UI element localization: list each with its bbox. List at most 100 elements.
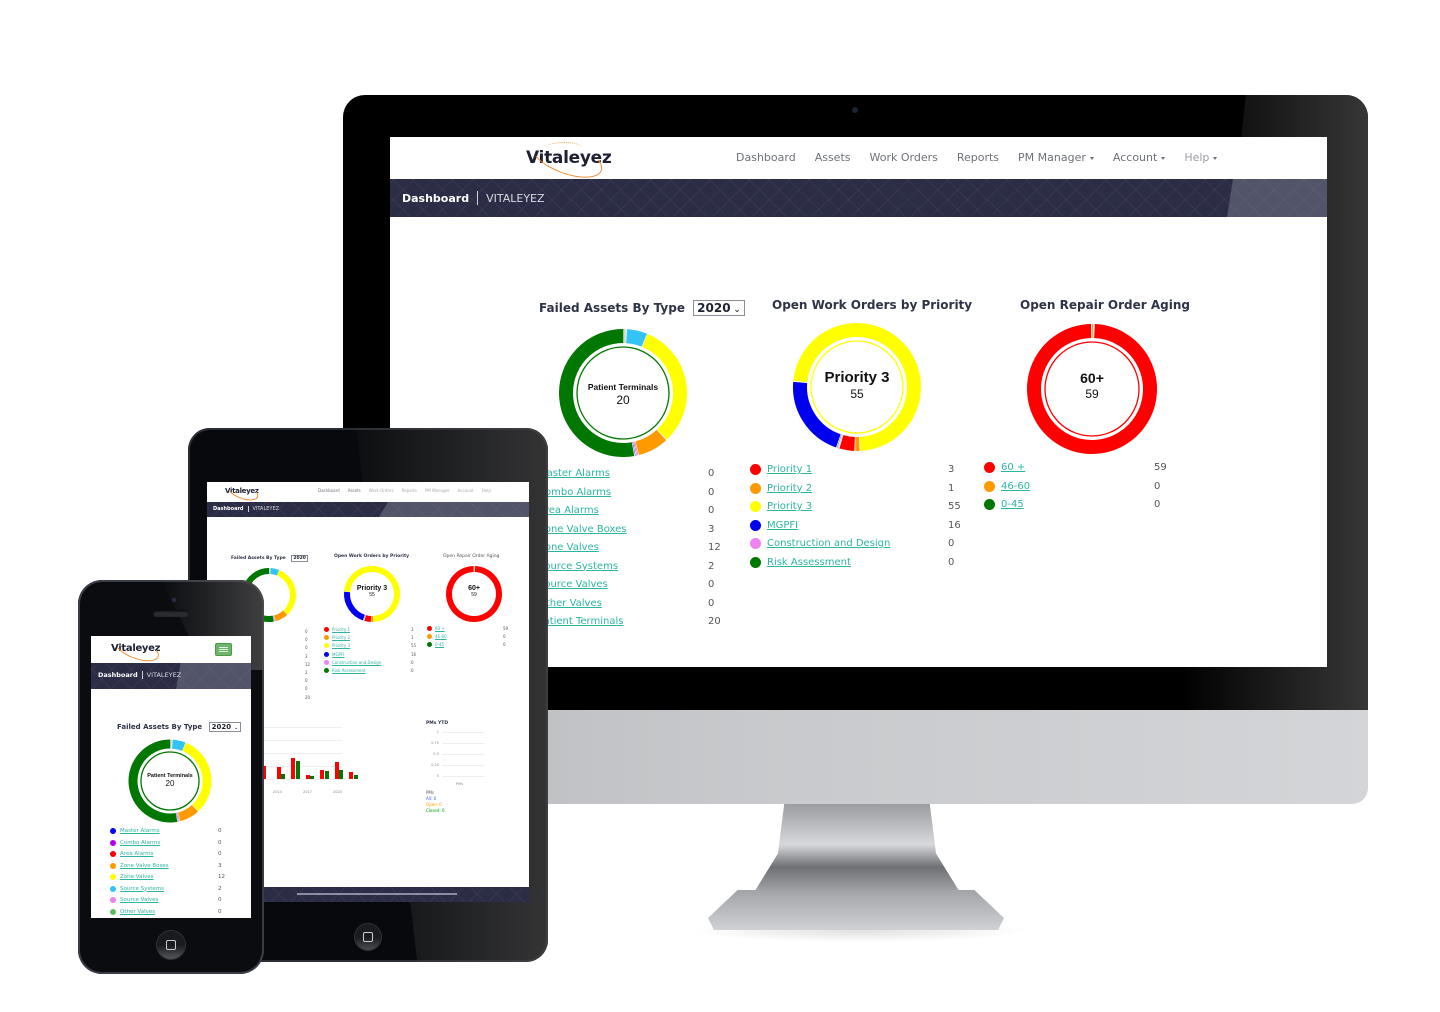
legend-link[interactable]: Combo Alarms xyxy=(120,840,160,846)
legend-item[interactable]: MGPFI xyxy=(324,651,344,657)
nav-work-orders[interactable]: Work Orders xyxy=(369,488,394,493)
legend-link[interactable]: Priority 1 xyxy=(332,627,350,632)
legend-link[interactable]: Source Valves xyxy=(120,897,158,903)
legend-item[interactable]: 0-45 xyxy=(984,499,1024,510)
phone-home-button[interactable] xyxy=(157,931,185,959)
legend-item[interactable]: Priority 3 xyxy=(324,643,350,649)
legend-link[interactable]: Construction and Design xyxy=(767,538,890,549)
breadcrumb-current[interactable]: Dashboard xyxy=(213,506,244,512)
bar-b-3[interactable] xyxy=(310,775,314,779)
legend-link[interactable]: Combo Alarms xyxy=(538,487,611,498)
legend-link[interactable]: Source Valves xyxy=(538,579,608,590)
bar-a-5[interactable] xyxy=(334,762,339,779)
donut-slice-source-systems[interactable] xyxy=(270,568,280,576)
legend-item[interactable]: Priority 2 xyxy=(750,482,812,494)
legend-link[interactable]: MGPFI xyxy=(332,652,344,657)
legend-item[interactable]: Source Valves xyxy=(110,897,158,903)
bar-b-1[interactable] xyxy=(281,774,285,779)
legend-item[interactable]: Combo Alarms xyxy=(110,839,160,846)
legend-link[interactable]: Zone Valve Boxes xyxy=(538,524,627,535)
nav-work-orders[interactable]: Work Orders xyxy=(870,151,938,164)
donut-slice-zone-valve-boxes[interactable] xyxy=(274,610,288,622)
legend-item[interactable]: Source Systems xyxy=(110,885,164,892)
donut-slice-zone-valve-boxes[interactable] xyxy=(177,804,199,822)
tablet-brand-logo[interactable]: Vitaleyez xyxy=(225,482,261,505)
legend-link[interactable]: Priority 1 xyxy=(767,464,812,475)
bar-a-6[interactable] xyxy=(349,771,353,779)
legend-link[interactable]: Priority 2 xyxy=(332,635,350,640)
legend-link[interactable]: 46-60 xyxy=(1001,481,1030,492)
bar-b-5[interactable] xyxy=(339,770,343,779)
legend-link[interactable]: Construction and Design xyxy=(332,660,381,665)
breadcrumb-current[interactable]: Dashboard xyxy=(402,192,469,205)
donut-slice-source-systems[interactable] xyxy=(625,329,647,347)
legend-item[interactable]: Zone Valves xyxy=(110,874,154,880)
nav-reports[interactable]: Reports xyxy=(957,151,999,164)
donut-slice-zone-valve-boxes[interactable] xyxy=(635,429,667,455)
legend-link[interactable]: Master Alarms xyxy=(120,828,160,834)
tablet-home-button[interactable] xyxy=(355,924,381,950)
legend-item[interactable]: Area Alarms xyxy=(110,851,153,857)
nav-dashboard[interactable]: Dashboard xyxy=(736,151,796,164)
nav-pm-manager[interactable]: PM Manager xyxy=(1018,151,1094,164)
bar-a-4[interactable] xyxy=(320,770,324,779)
year-select[interactable]: 2020 ⌄ xyxy=(208,722,242,732)
donut-slice-zone-valves[interactable] xyxy=(276,570,296,615)
legend-item[interactable]: 46-60 xyxy=(984,480,1030,492)
nav-assets[interactable]: Assets xyxy=(815,151,851,164)
nav-dashboard[interactable]: Dashboard xyxy=(318,488,340,493)
legend-item[interactable]: 46-60 xyxy=(427,634,447,640)
breadcrumb-current[interactable]: Dashboard xyxy=(98,671,138,679)
legend-link[interactable]: Other Valves xyxy=(120,909,155,915)
donut-slice-priority-1[interactable] xyxy=(839,435,856,451)
bar-b-2[interactable] xyxy=(295,760,300,779)
nav-assets[interactable]: Assets xyxy=(348,488,361,493)
legend-link[interactable]: Patient Terminals xyxy=(538,616,623,627)
legend-link[interactable]: 0-45 xyxy=(435,642,444,647)
nav-pm-manager[interactable]: PM Manager xyxy=(425,488,450,493)
phone-brand-logo[interactable]: Vitaleyez xyxy=(111,636,163,667)
legend-item[interactable]: Risk Assessment xyxy=(324,668,366,673)
legend-link[interactable]: 60 + xyxy=(435,626,445,631)
nav-account[interactable]: Account xyxy=(1113,151,1166,164)
bar-a-1[interactable] xyxy=(276,767,281,779)
bar-a-2[interactable] xyxy=(291,758,295,779)
legend-link[interactable]: Risk Assessment xyxy=(767,557,851,568)
legend-link[interactable]: 0-45 xyxy=(1001,499,1024,510)
legend-link[interactable]: Zone Valves xyxy=(120,874,154,880)
nav-account[interactable]: Account xyxy=(458,488,474,493)
donut-slice-source-systems[interactable] xyxy=(171,739,186,751)
legend-link[interactable]: Master Alarms xyxy=(538,468,610,479)
legend-item[interactable]: Priority 1 xyxy=(324,627,350,632)
menu-toggle-button[interactable] xyxy=(215,643,232,656)
legend-item[interactable]: Priority 1 xyxy=(750,464,812,475)
legend-item[interactable]: Priority 3 xyxy=(750,501,812,512)
legend-link[interactable]: MGPFI xyxy=(767,520,798,531)
year-select[interactable]: 2020 xyxy=(291,555,308,562)
bar-b-6[interactable] xyxy=(353,775,358,779)
legend-link[interactable]: Source Systems xyxy=(538,561,618,572)
legend-link[interactable]: Source Systems xyxy=(120,886,164,892)
legend-link[interactable]: Priority 2 xyxy=(767,483,812,494)
legend-item[interactable]: 60 + xyxy=(427,626,445,631)
legend-link[interactable]: Risk Assessment xyxy=(332,668,366,673)
legend-link[interactable]: Area Alarms xyxy=(120,851,153,857)
nav-help[interactable]: Help xyxy=(482,488,491,493)
nav-help[interactable]: Help xyxy=(1184,151,1218,164)
nav-reports[interactable]: Reports xyxy=(402,488,417,493)
legend-item[interactable]: Zone Valve Boxes xyxy=(110,862,169,869)
bar-b-4[interactable] xyxy=(324,770,329,779)
legend-link[interactable]: Priority 3 xyxy=(332,643,350,648)
legend-link[interactable]: 46-60 xyxy=(435,634,447,639)
legend-item[interactable]: Master Alarms xyxy=(110,828,160,834)
legend-link[interactable]: Zone Valve Boxes xyxy=(120,863,169,869)
legend-link[interactable]: 60 + xyxy=(1001,462,1025,473)
year-select[interactable]: 2020 ⌄ xyxy=(693,300,745,316)
legend-item[interactable]: 60 + xyxy=(984,462,1025,473)
legend-item[interactable]: MGPFI xyxy=(750,519,798,531)
bar-a-3[interactable] xyxy=(305,775,310,779)
donut-slice-priority-1[interactable] xyxy=(364,615,372,622)
legend-item[interactable]: Construction and Design xyxy=(324,659,381,665)
legend-item[interactable]: Priority 2 xyxy=(324,635,350,641)
brand-logo[interactable]: Vitaleyez xyxy=(526,137,612,186)
